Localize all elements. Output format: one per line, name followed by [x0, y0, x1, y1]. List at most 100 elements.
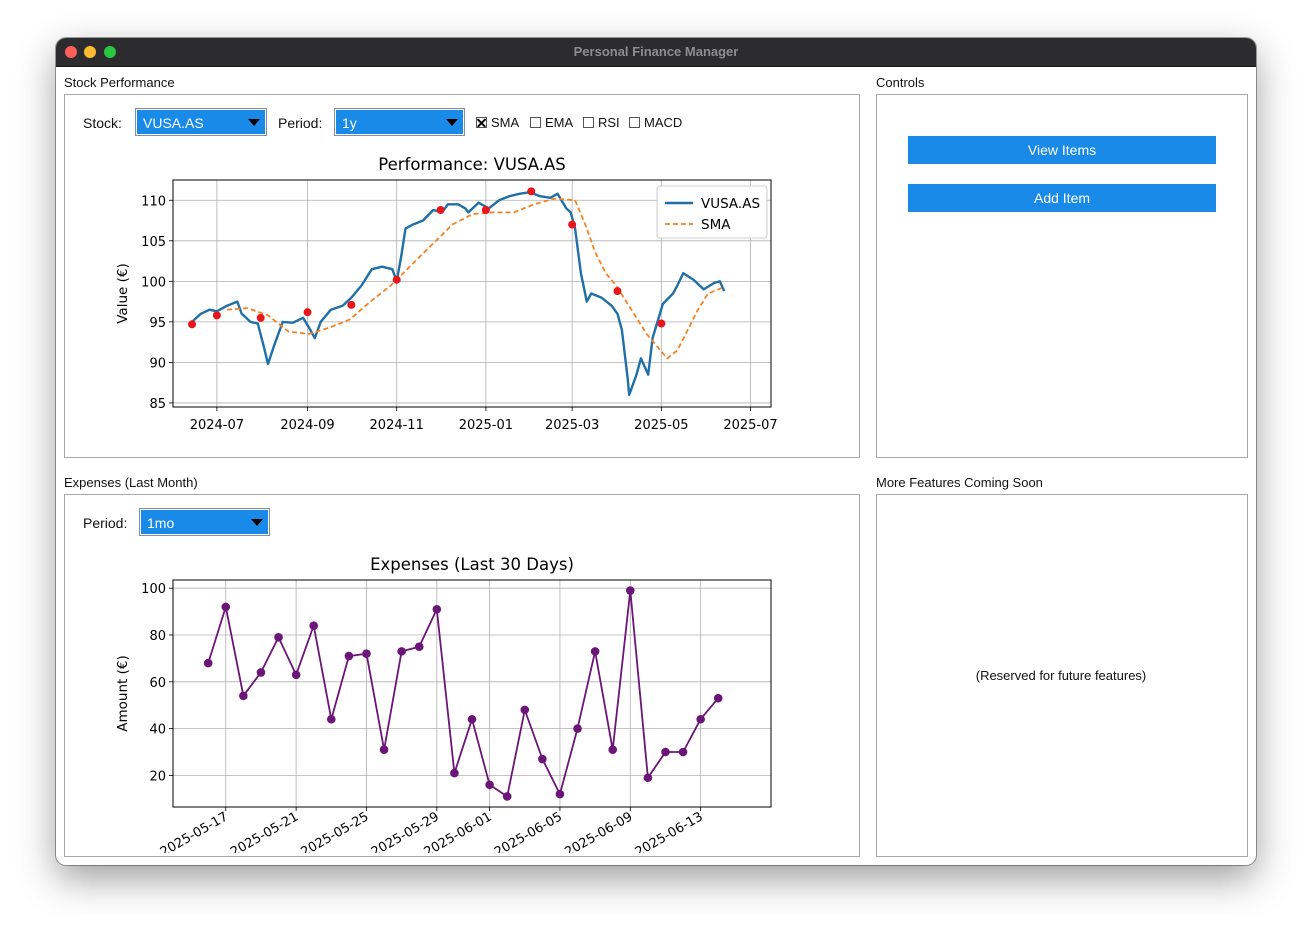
data-point: [502, 792, 512, 801]
macd-checkbox-label: MACD: [644, 115, 683, 130]
data-point: [221, 602, 231, 612]
data-point: [696, 714, 705, 724]
data-point: [379, 745, 389, 754]
expense-line: [207, 589, 719, 798]
y-axis-label: Amount (€): [115, 655, 131, 731]
expenses-period-value: 1mo: [147, 515, 175, 531]
y-tick-label: 80: [149, 629, 166, 644]
window-title: Personal Finance Manager: [573, 44, 739, 59]
x-tick-label: 2025-06-13: [633, 809, 706, 853]
data-point: [344, 651, 354, 661]
data-point: [590, 647, 600, 656]
stock-select[interactable]: VUSA.AS: [135, 108, 267, 136]
x-tick-label: 2025-06-09: [562, 809, 635, 853]
legend-label: VUSA.AS: [701, 196, 760, 212]
y-tick-label: 85: [149, 397, 166, 412]
chart-title: Performance: VUSA.AS: [378, 155, 566, 174]
signal-marker: [188, 320, 197, 329]
stock-performance-label: Stock Performance: [64, 75, 175, 90]
expenses-frame: Period: 1mo Expenses (Last 30 Days) Amoun…: [64, 494, 860, 857]
signal-marker: [436, 205, 445, 214]
signal-marker: [303, 308, 312, 317]
period-select-value: 1y: [342, 115, 357, 131]
checkbox-checked-icon: [476, 117, 487, 128]
data-point: [397, 647, 406, 656]
x-tick-label: 2025-05-25: [299, 809, 372, 853]
x-tick-label: 2025-03: [545, 418, 599, 433]
x-tick-label: 2025-01: [459, 418, 513, 433]
add-item-button[interactable]: Add Item: [908, 184, 1216, 212]
sma-line: [227, 197, 725, 360]
data-point: [274, 633, 283, 642]
checkbox-icon: [583, 117, 594, 128]
chevron-down-icon: [251, 519, 263, 526]
y-axis-label: Value (€): [115, 263, 131, 324]
y-tick-label: 110: [141, 194, 166, 209]
signal-marker: [256, 313, 265, 322]
data-point: [485, 780, 494, 790]
data-point: [661, 747, 670, 757]
period-label: Period:: [278, 115, 323, 131]
x-tick-label: 2025-05-17: [158, 809, 231, 853]
y-tick-label: 100: [141, 275, 166, 290]
view-items-button[interactable]: View Items: [908, 136, 1216, 164]
data-point: [625, 586, 635, 595]
stock-label: Stock:: [83, 115, 122, 131]
signal-marker: [568, 220, 577, 229]
stock-performance-chart: Performance: VUSA.AS Value (€) 85 90 95 100 10…: [115, 155, 778, 433]
data-point: [239, 691, 248, 701]
data-point: [608, 745, 618, 754]
chart-title: Expenses (Last 30 Days): [370, 555, 574, 574]
stock-performance-frame: Stock: VUSA.AS Period: 1y SMA EMA RSI MA…: [64, 94, 860, 458]
y-tick-label: 40: [149, 723, 166, 738]
x-tick-label: 2025-07: [723, 418, 777, 433]
data-point: [520, 705, 530, 715]
ema-checkbox-label: EMA: [545, 115, 574, 130]
controls-label: Controls: [876, 75, 925, 90]
data-point: [573, 724, 582, 733]
expenses-label: Expenses (Last Month): [64, 475, 198, 490]
x-tick-label: 2025-05-21: [228, 809, 301, 853]
data-point: [203, 658, 213, 668]
data-point: [643, 773, 653, 783]
chevron-down-icon: [248, 119, 260, 126]
data-point: [713, 693, 723, 703]
data-point: [326, 714, 336, 724]
signal-marker: [347, 300, 356, 309]
app-window: Personal Finance Manager Stock Performan…: [56, 38, 1256, 865]
y-tick-label: 100: [141, 582, 166, 597]
rsi-checkbox-label: RSI: [598, 115, 620, 130]
signal-marker: [527, 187, 536, 196]
x-tick-label: 2025-06-05: [492, 809, 565, 853]
signal-marker: [392, 275, 401, 284]
data-point: [256, 668, 266, 677]
data-point: [309, 621, 319, 630]
data-point: [538, 754, 547, 764]
signal-marker: [657, 319, 666, 328]
x-tick-label: 2024-07: [190, 418, 244, 433]
data-point: [555, 789, 565, 799]
data-point: [450, 768, 459, 778]
signal-marker: [481, 205, 490, 214]
plot-frame: [172, 579, 772, 808]
data-point: [291, 670, 301, 680]
data-point: [678, 747, 688, 757]
reserved-note: (Reserved for future features): [975, 668, 1147, 683]
price-line: [191, 191, 726, 397]
x-tick-label: 2025-05: [634, 418, 688, 433]
data-point: [362, 649, 371, 659]
legend-label: SMA: [701, 217, 731, 233]
x-tick-label: 2024-09: [280, 418, 334, 433]
y-tick-label: 60: [149, 676, 166, 691]
checkbox-icon: [629, 117, 640, 128]
y-tick-label: 90: [149, 356, 166, 371]
expenses-period-select[interactable]: 1mo: [139, 508, 270, 536]
y-tick-label: 20: [149, 769, 166, 784]
data-point: [467, 714, 477, 724]
x-tick-label: 2024-11: [370, 418, 424, 433]
signal-marker: [613, 287, 622, 296]
y-tick-label: 105: [141, 235, 166, 250]
period-select[interactable]: 1y: [334, 108, 465, 136]
expenses-period-label: Period:: [83, 515, 128, 531]
chevron-down-icon: [446, 119, 458, 126]
